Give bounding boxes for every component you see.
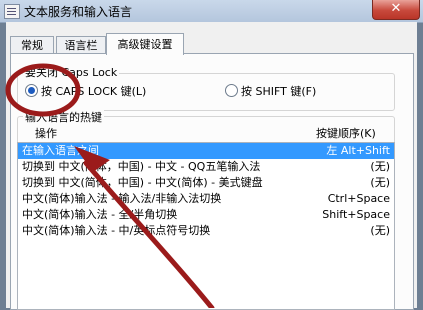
- list-item-action: 在输入语言之间: [22, 144, 99, 157]
- list-item[interactable]: 中文(简体)输入法 - 全/半角切换 Shift+Space: [18, 207, 394, 223]
- list-item-action: 中文(简体)输入法 - 输入法/非输入法切换: [22, 192, 222, 205]
- tab-advanced-key-settings[interactable]: 高级键设置: [106, 33, 184, 55]
- list-item-action: 中文(简体)输入法 - 全/半角切换: [22, 208, 178, 221]
- list-item[interactable]: 中文(简体)输入法 - 中/英标点符号切换 (无): [18, 223, 394, 239]
- column-header-action: 操作: [35, 127, 57, 140]
- list-item-action: 中文(简体)输入法 - 中/英标点符号切换: [22, 224, 211, 237]
- close-button[interactable]: ✕: [372, 0, 420, 20]
- caps-lock-key-label[interactable]: 按 CAPS LOCK 键(L): [41, 83, 146, 99]
- hotkeys-group-label: 输入语言的热键: [23, 109, 104, 125]
- list-item[interactable]: 中文(简体)输入法 - 输入法/非输入法切换 Ctrl+Space: [18, 191, 394, 207]
- list-item-key: 左 Alt+Shift: [326, 144, 390, 157]
- list-item-key: (无): [370, 176, 390, 189]
- list-item-key: (无): [370, 160, 390, 173]
- list-item-key: Shift+Space: [322, 208, 390, 221]
- list-item-key: Ctrl+Space: [327, 192, 390, 205]
- dialog-client-area: 常规 语言栏 高级键设置 要关闭 Caps Lock 按 CAPS LOCK 键…: [6, 22, 417, 310]
- tab-general[interactable]: 常规: [10, 36, 54, 54]
- hotkeys-list[interactable]: 在输入语言之间 左 Alt+Shift 切换到 中文(简体，中国) - 中文 -…: [17, 142, 395, 310]
- list-item[interactable]: 在输入语言之间 左 Alt+Shift: [18, 143, 394, 159]
- list-item-action: 切换到 中文(简体，中国) - 中文 - QQ五笔输入法: [22, 160, 261, 173]
- shift-key-radio[interactable]: [225, 84, 238, 97]
- caps-lock-key-radio[interactable]: [25, 84, 38, 97]
- column-header-key-sequence: 按键顺序(K): [316, 127, 376, 140]
- list-item[interactable]: 切换到 中文(简体，中国) - 中文(简体) - 美式键盘 (无): [18, 175, 394, 191]
- title-bar: 文本服务和输入语言 ✕: [0, 0, 423, 23]
- tab-language-bar[interactable]: 语言栏: [56, 36, 106, 54]
- list-item-action: 切换到 中文(简体，中国) - 中文(简体) - 美式键盘: [22, 176, 263, 189]
- radio-selected-dot: [28, 87, 35, 94]
- shift-key-label[interactable]: 按 SHIFT 键(F): [241, 83, 316, 99]
- window-title: 文本服务和输入语言: [24, 5, 133, 19]
- tab-panel-advanced: 要关闭 Caps Lock 按 CAPS LOCK 键(L) 按 SHIFT 键…: [10, 53, 414, 310]
- caps-lock-group-label: 要关闭 Caps Lock: [23, 64, 120, 80]
- list-item[interactable]: 切换到 中文(简体，中国) - 中文 - QQ五笔输入法 (无): [18, 159, 394, 175]
- list-item-key: (无): [370, 224, 390, 237]
- app-icon: [4, 4, 20, 19]
